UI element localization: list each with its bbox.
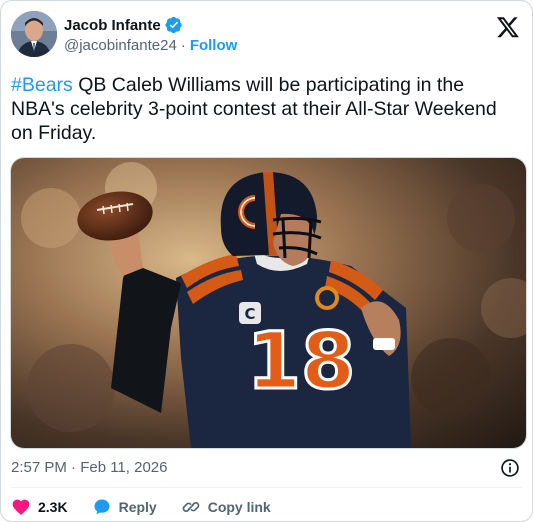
hashtag-link[interactable]: #Bears [11,74,73,96]
tweet-body: QB Caleb Williams will be participating … [11,74,497,144]
verified-badge-icon [165,16,182,34]
tweet-meta-row: 2:57 PM · Feb 11, 2026 [11,458,522,478]
author-names: Jacob Infante @jacobinfante24 · Follow [64,15,237,55]
tweet-timestamp[interactable]: 2:57 PM · Feb 11, 2026 [11,459,167,476]
heart-icon [12,499,30,515]
tweet-actions-bar: 2.3K Reply Copy link [11,496,295,518]
copy-link-label: Copy link [207,499,271,515]
copy-link-button[interactable]: Copy link [181,497,271,517]
handle[interactable]: @jacobinfante24 [64,37,177,54]
avatar[interactable] [11,11,57,57]
tweet-text: #Bears QB Caleb Williams will be partici… [11,73,516,145]
reply-button[interactable]: Reply [92,497,157,517]
captain-patch-text: C [244,305,255,323]
reply-label: Reply [118,499,157,515]
follow-button[interactable]: Follow [190,37,238,54]
display-name[interactable]: Jacob Infante [64,17,161,34]
like-count: 2.3K [38,499,68,515]
handle-row: @jacobinfante24 · Follow [64,37,237,54]
link-icon [182,502,199,512]
divider [11,487,522,488]
reply-bubble-icon [94,499,110,515]
tweet-header: Jacob Infante @jacobinfante24 · Follow [11,11,522,59]
handle-separator: · [180,37,186,54]
x-logo-icon[interactable] [496,15,520,39]
avatar-image [11,11,57,57]
info-icon[interactable] [500,458,520,478]
jersey-number-text: 18 [247,317,356,407]
display-name-row: Jacob Infante [64,15,237,35]
tweet-media-photo[interactable]: 18 C [10,157,527,449]
tweet-card: Jacob Infante @jacobinfante24 · Follow #… [0,0,533,522]
quarterback-photo: 18 C [11,158,526,448]
like-button[interactable]: 2.3K [11,497,68,517]
